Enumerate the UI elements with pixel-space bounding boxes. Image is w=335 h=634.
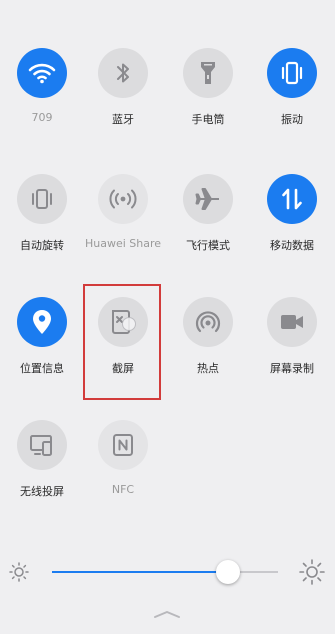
bluetooth-icon xyxy=(117,63,129,83)
mobile-data-label: 移动数据 xyxy=(270,239,314,252)
brightness-slider-thumb[interactable] xyxy=(216,560,240,584)
huawei-share-label: Huawei Share xyxy=(84,237,162,250)
auto-rotate-label: 自动旋转 xyxy=(20,239,64,252)
location-icon xyxy=(33,310,51,334)
flashlight-button[interactable] xyxy=(183,48,233,98)
hotspot-button[interactable] xyxy=(183,297,233,347)
vibrate-toggle[interactable]: 振动 xyxy=(250,48,334,127)
location-button[interactable] xyxy=(17,297,67,347)
hotspot-toggle[interactable]: 热点 xyxy=(166,297,250,376)
quick-settings-panel: 709 蓝牙 手电筒 振动 自动旋转 Huawei Share 飞行模式 移动数… xyxy=(0,0,335,634)
mobile-data-button[interactable] xyxy=(267,174,317,224)
screen-record-label: 屏幕录制 xyxy=(270,362,314,375)
auto-rotate-toggle[interactable]: 自动旋转 xyxy=(0,174,84,253)
wifi-button[interactable] xyxy=(17,48,67,98)
nfc-toggle[interactable]: NFC xyxy=(81,420,165,496)
hotspot-label: 热点 xyxy=(197,362,219,375)
wireless-projection-button[interactable] xyxy=(17,420,67,470)
airplane-mode-label: 飞行模式 xyxy=(186,239,230,252)
wifi-icon xyxy=(28,63,56,84)
vibrate-icon xyxy=(281,61,303,85)
huawei-share-icon xyxy=(109,189,137,209)
hotspot-icon xyxy=(195,311,221,333)
airplane-mode-toggle[interactable]: 飞行模式 xyxy=(166,174,250,253)
location-toggle[interactable]: 位置信息 xyxy=(0,297,84,376)
location-label: 位置信息 xyxy=(20,362,64,375)
brightness-low-icon xyxy=(9,562,29,582)
wifi-toggle[interactable]: 709 xyxy=(0,48,84,124)
huawei-share-button[interactable] xyxy=(98,174,148,224)
huawei-share-toggle[interactable]: Huawei Share xyxy=(81,174,165,250)
flashlight-icon xyxy=(201,62,215,84)
brightness-slider[interactable] xyxy=(52,560,278,584)
brightness-high-icon xyxy=(299,559,325,585)
vibrate-button[interactable] xyxy=(267,48,317,98)
bluetooth-button[interactable] xyxy=(98,48,148,98)
nfc-button[interactable] xyxy=(98,420,148,470)
wifi-label: 709 xyxy=(31,111,53,124)
bluetooth-toggle[interactable]: 蓝牙 xyxy=(81,48,165,127)
bluetooth-label: 蓝牙 xyxy=(112,113,134,126)
flashlight-toggle[interactable]: 手电筒 xyxy=(166,48,250,127)
airplane-mode-button[interactable] xyxy=(183,174,233,224)
nfc-icon xyxy=(113,434,133,456)
screen-record-toggle[interactable]: 屏幕录制 xyxy=(250,297,334,376)
highlight-box xyxy=(83,284,161,400)
screen-record-button[interactable] xyxy=(267,297,317,347)
auto-rotate-icon xyxy=(32,189,52,209)
airplane-icon xyxy=(195,188,219,210)
vibrate-label: 振动 xyxy=(281,113,303,126)
brightness-slider-fill xyxy=(52,571,228,573)
nfc-label: NFC xyxy=(111,483,135,496)
brightness-slider-row xyxy=(0,555,335,589)
wireless-projection-toggle[interactable]: 无线投屏 xyxy=(0,420,84,499)
wireless-projection-label: 无线投屏 xyxy=(20,485,64,498)
chevron-up-icon[interactable] xyxy=(152,608,182,620)
flashlight-label: 手电筒 xyxy=(191,113,225,126)
mobile-data-toggle[interactable]: 移动数据 xyxy=(250,174,334,253)
wireless-projection-icon xyxy=(30,435,52,456)
mobile-data-icon xyxy=(282,188,302,210)
auto-rotate-button[interactable] xyxy=(17,174,67,224)
screen-record-icon xyxy=(281,315,303,329)
